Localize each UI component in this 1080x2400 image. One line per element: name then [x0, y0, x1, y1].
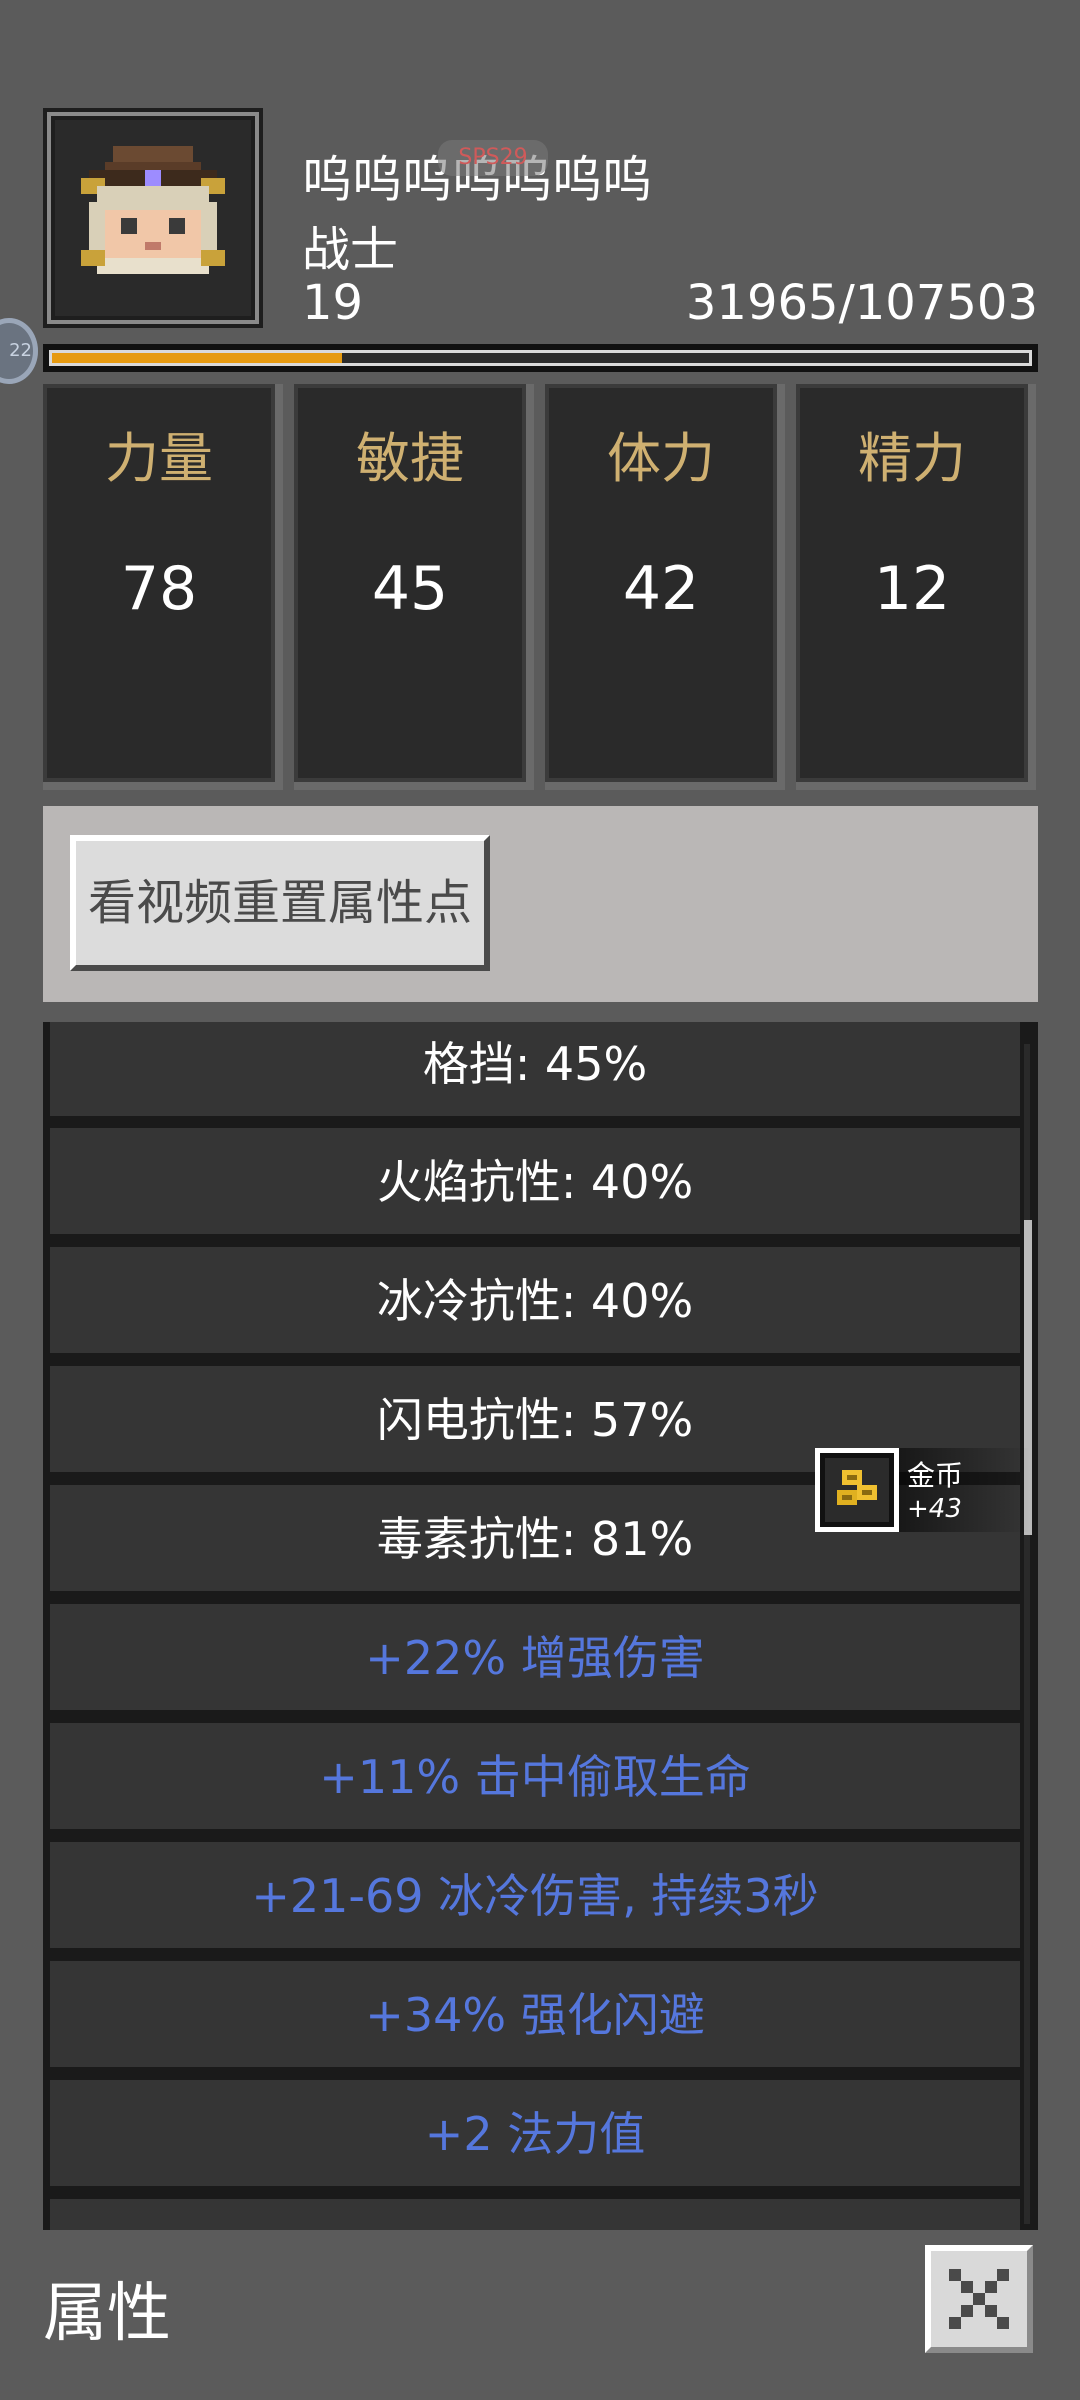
stat-card-dexterity[interactable]: 敏捷 45: [294, 384, 534, 790]
stat-value: 78: [120, 554, 198, 624]
floating-side-badge[interactable]: 22: [0, 318, 38, 384]
stat-label: 体力: [607, 427, 715, 490]
stat-value: 12: [873, 554, 951, 624]
attribute-row: 格挡: 45%: [50, 1022, 1020, 1122]
attribute-row: +11% 击中偷取生命: [50, 1723, 1020, 1835]
attribute-row: 冰冷抗性: 40%: [50, 1247, 1020, 1359]
attribute-row: +22% 增强伤害: [50, 1604, 1020, 1716]
toast-title: 金币: [907, 1459, 964, 1492]
attribute-row: +34% 强化闪避: [50, 1961, 1020, 2073]
experience-counter: 31965/107503: [685, 275, 1038, 331]
overlay-watermark: SPS29: [438, 140, 548, 176]
stat-label: 力量: [105, 427, 213, 490]
stat-label: 敏捷: [356, 427, 464, 490]
gold-coins-icon-frame: [815, 1448, 899, 1532]
warrior-avatar-icon: [65, 130, 241, 306]
character-portrait: [43, 108, 263, 328]
gold-coins-icon: [837, 1470, 877, 1505]
watch-video-reset-button[interactable]: 看视频重置属性点: [70, 835, 490, 971]
close-button[interactable]: [925, 2245, 1033, 2353]
stat-value: 45: [371, 554, 449, 624]
attribute-row-partial: [50, 2199, 1020, 2230]
close-icon: [949, 2269, 1009, 2329]
stat-card-energy[interactable]: 精力 12: [796, 384, 1036, 790]
experience-bar-fill: [52, 353, 343, 363]
character-level: 19: [302, 275, 364, 331]
experience-bar: [43, 344, 1038, 372]
attribute-row: 火焰抗性: 40%: [50, 1128, 1020, 1240]
stat-label: 精力: [858, 427, 966, 490]
loot-toast: 金币 +43: [815, 1448, 1030, 1532]
attribute-row: +2 法力值: [50, 2080, 1020, 2192]
stat-card-strength[interactable]: 力量 78: [43, 384, 283, 790]
attribute-list[interactable]: 格挡: 45% 火焰抗性: 40% 冰冷抗性: 40% 闪电抗性: 57% 毒素…: [43, 1022, 1038, 2230]
attribute-row: +21-69 冰冷伤害, 持续3秒: [50, 1842, 1020, 1954]
stat-card-vitality[interactable]: 体力 42: [545, 384, 785, 790]
toast-amount: +43: [907, 1494, 962, 1524]
stat-value: 42: [622, 554, 700, 624]
panel-title: 属性: [43, 2277, 171, 2351]
character-class: 战士: [302, 222, 399, 278]
